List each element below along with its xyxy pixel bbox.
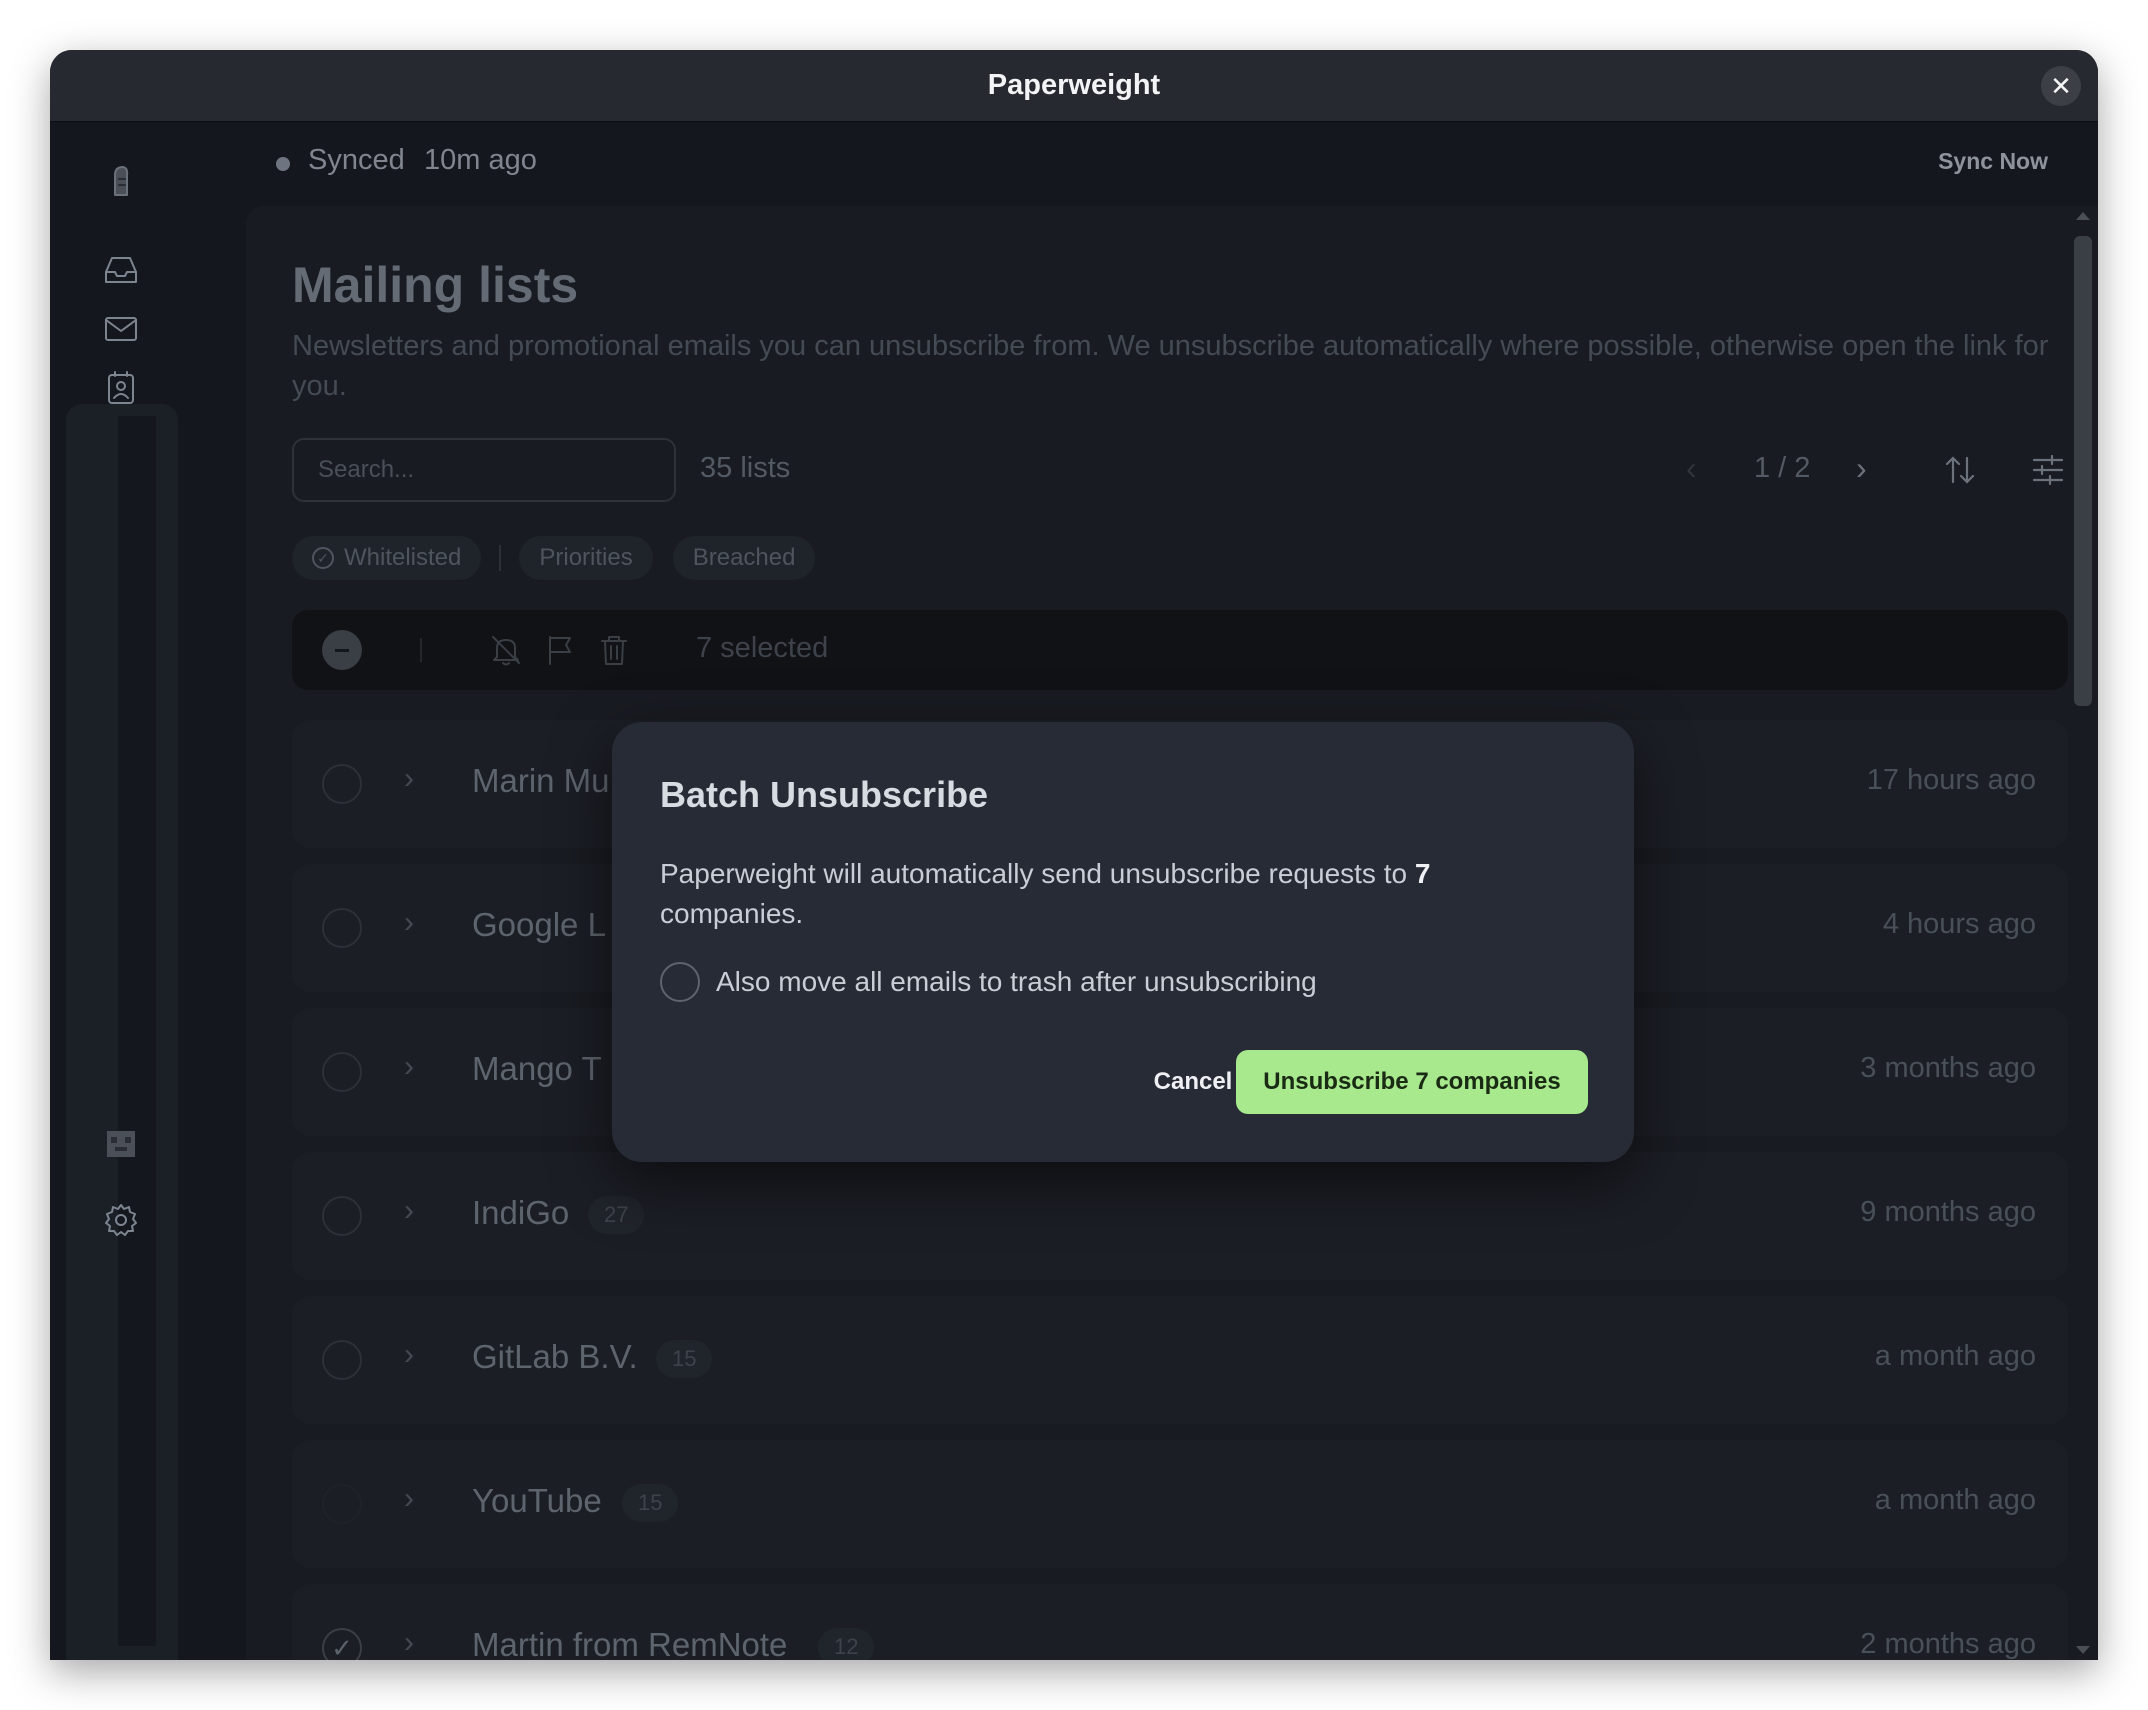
sync-status-label: Synced xyxy=(308,144,405,176)
row-name: YouTube xyxy=(472,1482,602,1519)
row-count-badge: 15 xyxy=(622,1484,679,1522)
row-time: 17 hours ago xyxy=(1866,764,2036,796)
page-title: Mailing lists xyxy=(292,257,579,313)
chevron-right-icon[interactable]: › xyxy=(404,1194,414,1228)
dialog-message: Paperweight will automatically send unsu… xyxy=(660,854,1560,934)
trash-icon[interactable] xyxy=(596,632,632,668)
chevron-right-icon[interactable]: › xyxy=(404,1338,414,1372)
row-checkbox[interactable] xyxy=(322,1052,362,1092)
search-input[interactable]: Search... xyxy=(292,438,676,502)
dialog-message-end: companies. xyxy=(660,898,804,929)
list-count: 35 lists xyxy=(700,452,791,484)
batch-divider xyxy=(420,638,422,662)
chevron-right-icon[interactable]: › xyxy=(404,1482,414,1516)
chevron-right-icon[interactable]: › xyxy=(404,762,414,796)
sync-status-dot xyxy=(276,157,290,171)
inbox-icon[interactable] xyxy=(98,247,144,293)
list-item[interactable]: › IndiGo 27 9 months ago xyxy=(292,1152,2068,1280)
row-time: a month ago xyxy=(1874,1484,2036,1516)
row-checkbox[interactable] xyxy=(322,1340,362,1380)
chip-divider xyxy=(499,545,502,571)
trash-option-label: Also move all emails to trash after unsu… xyxy=(716,966,1317,997)
sync-now-button[interactable]: Sync Now xyxy=(1938,148,2048,175)
moai-logo-icon[interactable] xyxy=(98,158,144,204)
row-count-badge: 27 xyxy=(588,1196,645,1234)
bell-off-icon[interactable] xyxy=(488,632,524,668)
sidebar-active-track xyxy=(66,404,178,1660)
close-button[interactable]: ✕ xyxy=(2041,66,2081,106)
sync-status-time: 10m ago xyxy=(424,144,537,176)
batch-unsubscribe-dialog: Batch Unsubscribe Paperweight will autom… xyxy=(612,722,1634,1162)
row-checkbox[interactable] xyxy=(322,908,362,948)
list-item[interactable]: › YouTube 15 a month ago xyxy=(292,1440,2068,1568)
row-checkbox-checked[interactable]: ✓ xyxy=(322,1628,362,1660)
row-name: Google L xyxy=(472,906,606,943)
status-bar: Synced 10m ago Sync Now xyxy=(196,122,2098,206)
row-time: 4 hours ago xyxy=(1882,908,2036,940)
chip-whitelisted[interactable]: ✓ Whitelisted xyxy=(292,536,482,580)
scroll-down-arrow-icon[interactable] xyxy=(2076,1646,2090,1654)
chip-breached[interactable]: Breached xyxy=(672,536,816,580)
list-item[interactable]: › GitLab B.V. 15 a month ago xyxy=(292,1296,2068,1424)
row-time: 3 months ago xyxy=(1860,1052,2036,1084)
pixel-avatar-icon[interactable] xyxy=(98,1120,144,1166)
scrollbar[interactable] xyxy=(2068,206,2098,1660)
row-checkbox[interactable] xyxy=(322,1196,362,1236)
page-indicator: 1 / 2 xyxy=(1754,452,1811,484)
flag-icon[interactable] xyxy=(542,632,578,668)
row-count-badge: 12 xyxy=(818,1628,875,1660)
deselect-all-button[interactable] xyxy=(322,630,362,670)
sidebar xyxy=(50,122,196,1660)
contact-icon[interactable] xyxy=(98,365,144,411)
chip-label: Breached xyxy=(692,544,796,571)
chip-label: Whitelisted xyxy=(344,544,462,571)
row-name: Marin Mu xyxy=(472,762,610,799)
chevron-left-icon[interactable]: ‹ xyxy=(1686,450,1697,487)
filter-chips: ✓ Whitelisted Priorities Breached xyxy=(292,536,816,580)
titlebar: Paperweight ✕ xyxy=(50,50,2098,122)
trash-option-checkbox[interactable] xyxy=(660,962,700,1002)
chevron-right-icon[interactable]: › xyxy=(404,1626,414,1660)
selected-count: 7 selected xyxy=(696,632,829,664)
row-time: 2 months ago xyxy=(1860,1628,2036,1660)
scroll-thumb[interactable] xyxy=(2074,236,2092,706)
row-time: a month ago xyxy=(1874,1340,2036,1372)
chip-priorities[interactable]: Priorities xyxy=(519,536,653,580)
dialog-message-count: 7 xyxy=(1414,858,1431,889)
row-checkbox[interactable] xyxy=(322,764,362,804)
app-window: Paperweight ✕ Synced 10m ago Sync Now Ma… xyxy=(50,50,2098,1660)
dialog-message-start: Paperweight will automatically send unsu… xyxy=(660,858,1415,889)
window-title: Paperweight xyxy=(987,69,1161,101)
row-name: Martin from RemNote xyxy=(472,1626,788,1660)
row-checkbox[interactable] xyxy=(322,1484,362,1524)
dialog-title: Batch Unsubscribe xyxy=(660,774,989,815)
scroll-up-arrow-icon[interactable] xyxy=(2076,212,2090,220)
row-count-badge: 15 xyxy=(656,1340,713,1378)
mail-icon[interactable] xyxy=(98,306,144,352)
unsubscribe-button[interactable]: Unsubscribe 7 companies xyxy=(1236,1050,1588,1114)
close-icon: ✕ xyxy=(2050,71,2072,101)
row-time: 9 months ago xyxy=(1860,1196,2036,1228)
page-description: Newsletters and promotional emails you c… xyxy=(292,330,2049,402)
trash-option[interactable]: Also move all emails to trash after unsu… xyxy=(660,962,1317,1002)
chevron-right-icon[interactable]: › xyxy=(404,1050,414,1084)
sort-icon[interactable] xyxy=(1940,450,1980,490)
list-item[interactable]: ✓ › Martin from RemNote 12 2 months ago xyxy=(292,1584,2068,1660)
chip-label: Priorities xyxy=(539,544,633,571)
chevron-right-icon[interactable]: › xyxy=(1856,450,1867,487)
check-circle-icon: ✓ xyxy=(312,547,334,569)
gear-icon[interactable] xyxy=(98,1197,144,1243)
row-name: IndiGo xyxy=(472,1194,570,1231)
batch-action-bar: 7 selected xyxy=(292,610,2068,690)
row-name: GitLab B.V. xyxy=(472,1338,638,1375)
chevron-right-icon[interactable]: › xyxy=(404,906,414,940)
filter-sliders-icon[interactable] xyxy=(2028,450,2068,490)
row-name: Mango T xyxy=(472,1050,602,1087)
